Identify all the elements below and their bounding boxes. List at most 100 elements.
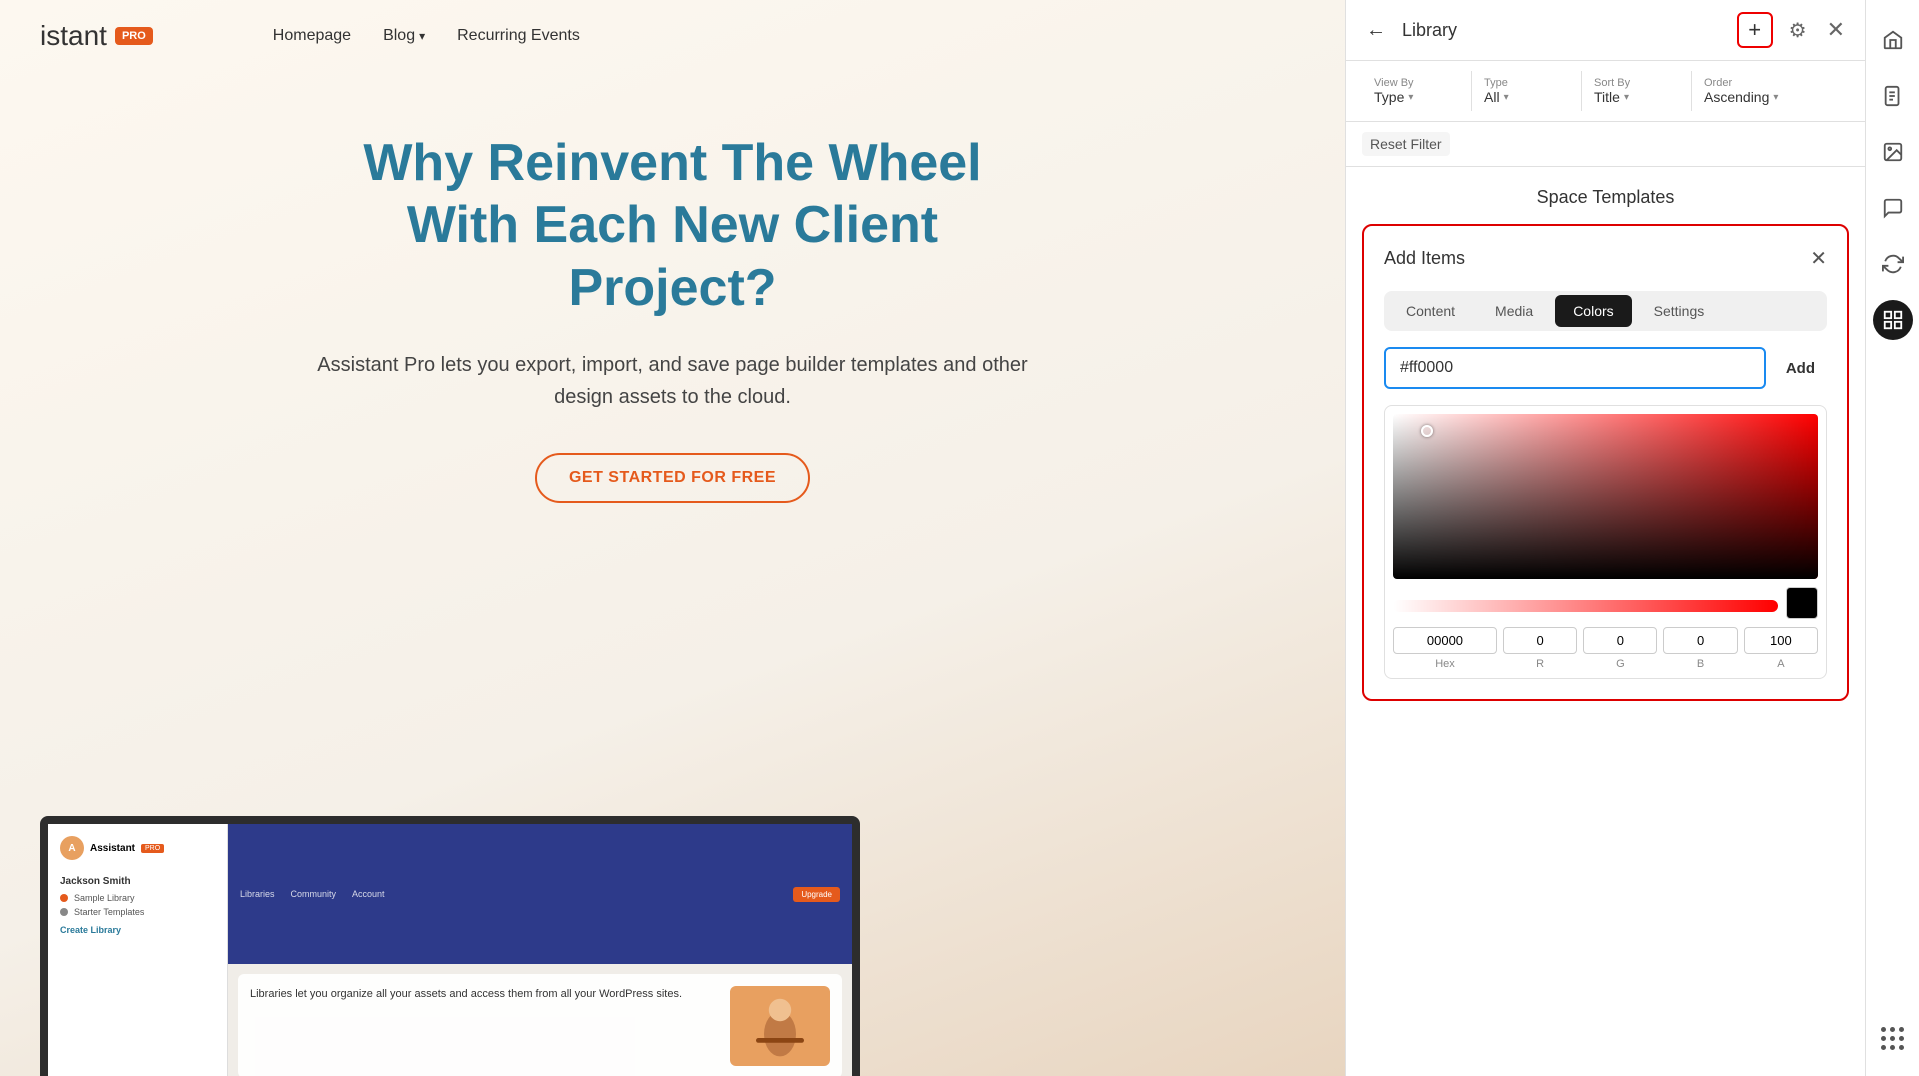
icon-bar bbox=[1865, 0, 1919, 1076]
page-icon-button[interactable] bbox=[1873, 76, 1913, 116]
preview-nav-libraries: Libraries bbox=[240, 889, 275, 899]
close-panel-button[interactable]: ✕ bbox=[1823, 13, 1849, 47]
tab-content[interactable]: Content bbox=[1388, 295, 1473, 327]
order-value: Ascending ▾ bbox=[1704, 89, 1790, 105]
color-values-row: Hex R G B A bbox=[1393, 627, 1818, 670]
color-picker[interactable]: Hex R G B A bbox=[1384, 405, 1827, 679]
preview-illustration bbox=[740, 986, 820, 1066]
view-by-label: View By bbox=[1374, 77, 1459, 89]
color-picker-dot[interactable] bbox=[1421, 425, 1433, 437]
type-value: All ▾ bbox=[1484, 89, 1569, 105]
logo-text: istant bbox=[40, 20, 107, 52]
g-label: G bbox=[1616, 658, 1625, 670]
sync-icon-button[interactable] bbox=[1873, 244, 1913, 284]
add-items-modal: Add Items ✕ Content Media Colors Setting… bbox=[1362, 224, 1849, 701]
color-hex-input[interactable] bbox=[1384, 347, 1766, 389]
a-value-group: A bbox=[1744, 627, 1818, 670]
sort-by-dropdown[interactable]: Sort By Title ▾ bbox=[1582, 71, 1692, 111]
type-dropdown[interactable]: Type All ▾ bbox=[1472, 71, 1582, 111]
tab-settings[interactable]: Settings bbox=[1636, 295, 1723, 327]
nav-homepage[interactable]: Homepage bbox=[273, 27, 351, 45]
website-area: istant PRO Homepage Blog ▾ Recurring Eve… bbox=[0, 0, 1345, 1076]
tab-media[interactable]: Media bbox=[1477, 295, 1551, 327]
preview-lib2: Starter Templates bbox=[60, 907, 215, 917]
preview-right: Libraries Community Account Upgrade Libr… bbox=[228, 824, 852, 1076]
dot-2 bbox=[1890, 1027, 1895, 1032]
preview-logo-label: Assistant bbox=[90, 843, 135, 854]
dot-7 bbox=[1881, 1045, 1886, 1050]
preview-upgrade-btn: Upgrade bbox=[793, 887, 840, 902]
preview-sidebar: A Assistant PRO Jackson Smith Sample Lib… bbox=[48, 824, 228, 1076]
panel-title: Library bbox=[1402, 20, 1725, 41]
filter-row: View By Type ▾ Type All ▾ Sort By Title … bbox=[1346, 61, 1865, 122]
alpha-slider[interactable] bbox=[1393, 600, 1778, 612]
nav-recurring-events[interactable]: Recurring Events bbox=[457, 27, 580, 45]
pro-badge: PRO bbox=[115, 27, 153, 45]
nav-links: Homepage Blog ▾ Recurring Events bbox=[273, 27, 580, 45]
preview-info-text: Libraries let you organize all your asse… bbox=[250, 986, 718, 1003]
preview-person-name: Jackson Smith bbox=[60, 876, 215, 887]
dot-5 bbox=[1890, 1036, 1895, 1041]
hex-value-input[interactable] bbox=[1393, 627, 1497, 654]
b-value-input[interactable] bbox=[1663, 627, 1737, 654]
order-dropdown[interactable]: Order Ascending ▾ bbox=[1692, 71, 1802, 111]
sync-icon bbox=[1882, 253, 1904, 275]
image-icon bbox=[1882, 141, 1904, 163]
get-started-button[interactable]: GET STARTED FOR FREE bbox=[535, 453, 810, 503]
preview-create-library-btn: Create Library bbox=[60, 925, 215, 935]
add-items-close-button[interactable]: ✕ bbox=[1810, 246, 1827, 271]
home-icon-button[interactable] bbox=[1873, 20, 1913, 60]
add-items-header: Add Items ✕ bbox=[1384, 246, 1827, 271]
library-icon bbox=[1882, 309, 1904, 331]
page-icon bbox=[1882, 85, 1904, 107]
dots-grid bbox=[1875, 1021, 1910, 1056]
back-button[interactable]: ← bbox=[1362, 15, 1390, 46]
dot-9 bbox=[1899, 1045, 1904, 1050]
panel-header: ← Library + ⚙ ✕ bbox=[1346, 0, 1865, 61]
hero-title: Why Reinvent The Wheel With Each New Cli… bbox=[303, 132, 1043, 319]
home-icon bbox=[1882, 29, 1904, 51]
library-icon-button[interactable] bbox=[1873, 300, 1913, 340]
library-panel: ← Library + ⚙ ✕ View By Type ▾ Type All … bbox=[1345, 0, 1865, 1076]
b-label: B bbox=[1697, 658, 1704, 670]
icon-bar-dots-area bbox=[1875, 1021, 1910, 1056]
preview-info-box: Libraries let you organize all your asse… bbox=[238, 974, 842, 1076]
g-value-input[interactable] bbox=[1583, 627, 1657, 654]
type-chevron-icon: ▾ bbox=[1504, 92, 1509, 103]
g-value-group: G bbox=[1583, 627, 1657, 670]
sort-by-label: Sort By bbox=[1594, 77, 1679, 89]
r-value-input[interactable] bbox=[1503, 627, 1577, 654]
a-value-input[interactable] bbox=[1744, 627, 1818, 654]
preview-inner: A Assistant PRO Jackson Smith Sample Lib… bbox=[48, 824, 852, 1076]
dot-1 bbox=[1881, 1027, 1886, 1032]
reset-row: Reset Filter bbox=[1346, 122, 1865, 167]
preview-pro-badge: PRO bbox=[141, 844, 164, 853]
sort-by-chevron-icon: ▾ bbox=[1624, 92, 1629, 103]
preview-nav-community: Community bbox=[291, 889, 337, 899]
dot-4 bbox=[1881, 1036, 1886, 1041]
b-value-group: B bbox=[1663, 627, 1737, 670]
hex-label: Hex bbox=[1435, 658, 1455, 670]
nav-blog[interactable]: Blog ▾ bbox=[383, 27, 425, 45]
a-label: A bbox=[1777, 658, 1784, 670]
gradient-black-overlay bbox=[1393, 414, 1818, 579]
add-items-title: Add Items bbox=[1384, 248, 1465, 269]
add-color-button[interactable]: Add bbox=[1774, 352, 1827, 385]
color-gradient-area[interactable] bbox=[1393, 414, 1818, 579]
color-input-row: Add bbox=[1384, 347, 1827, 389]
view-by-chevron-icon: ▾ bbox=[1408, 92, 1413, 103]
hex-value-group: Hex bbox=[1393, 627, 1497, 670]
sliders-row bbox=[1393, 587, 1818, 619]
image-icon-button[interactable] bbox=[1873, 132, 1913, 172]
tab-colors[interactable]: Colors bbox=[1555, 295, 1631, 327]
type-label: Type bbox=[1484, 77, 1569, 89]
chat-icon bbox=[1882, 197, 1904, 219]
dot-8 bbox=[1890, 1045, 1895, 1050]
add-button[interactable]: + bbox=[1737, 12, 1773, 48]
chat-icon-button[interactable] bbox=[1873, 188, 1913, 228]
settings-button[interactable]: ⚙ bbox=[1785, 14, 1811, 47]
preview-logo-row: A Assistant PRO bbox=[60, 836, 215, 860]
reset-filter-button[interactable]: Reset Filter bbox=[1362, 132, 1450, 156]
dot-6 bbox=[1899, 1036, 1904, 1041]
view-by-dropdown[interactable]: View By Type ▾ bbox=[1362, 71, 1472, 111]
